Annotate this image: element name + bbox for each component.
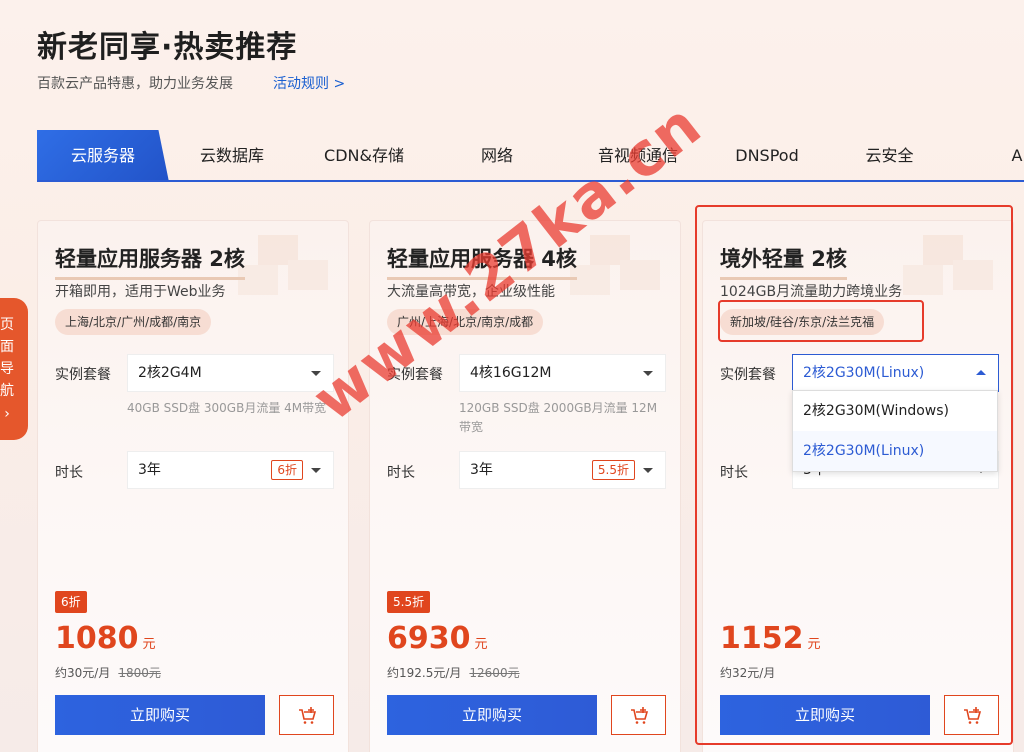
chevron-down-icon [643, 468, 653, 473]
cart-icon [299, 707, 317, 724]
instance-specs: 40GB SSD盘 300GB月流量 4M带宽 [127, 401, 327, 415]
add-to-cart-button[interactable] [279, 695, 334, 735]
tab-more[interactable]: A [1007, 130, 1024, 182]
discount-badge: 6折 [55, 591, 87, 613]
instance-label: 实例套餐 [55, 367, 111, 383]
duration-value: 3年 [138, 462, 161, 478]
card-description: 开箱即用，适用于Web业务 [55, 284, 226, 300]
instance-select[interactable]: 4核16G12M [459, 354, 666, 392]
page-subtitle: 百款云产品特惠，助力业务发展 [37, 76, 233, 92]
duration-label: 时长 [55, 465, 83, 481]
tab-cdn-storage[interactable]: CDN&存储 [309, 130, 419, 182]
chevron-down-icon [643, 371, 653, 376]
region-tag: 广州/上海/北京/南京/成都 [387, 309, 544, 335]
instance-specs: 120GB SSD盘 2000GB月流量 12M带宽 [459, 401, 658, 434]
discount-tag: 6折 [271, 460, 303, 480]
tabs-underline [37, 180, 1024, 182]
monthly-price: 约192.5元/月 12600元 [387, 664, 520, 681]
monthly-value: 约192.5元/月 [387, 666, 462, 680]
price: 6930 元 [387, 621, 488, 656]
tab-dnspod[interactable]: DNSPod [712, 130, 822, 182]
side-nav-char: 面 [0, 339, 14, 355]
card-title: 轻量应用服务器 4核 [387, 243, 577, 280]
tab-cloud-database[interactable]: 云数据库 [177, 130, 287, 182]
side-nav-char: 页 [0, 317, 14, 333]
monthly-value: 约30元/月 [55, 666, 111, 680]
duration-label: 时长 [387, 465, 415, 481]
instance-value: 2核2G4M [138, 365, 202, 381]
duration-select[interactable]: 3年 6折 [127, 451, 334, 489]
buy-now-button[interactable]: 立即购买 [55, 695, 265, 735]
price-value: 6930 [387, 621, 471, 656]
tab-cloud-server[interactable]: 云服务器 [37, 130, 169, 182]
card-description: 大流量高带宽，企业级性能 [387, 284, 555, 300]
tab-audio-video[interactable]: 音视频通信 [573, 130, 703, 182]
side-nav-char: 航 [0, 383, 14, 399]
discount-badge: 5.5折 [387, 591, 431, 613]
chevron-down-icon [311, 371, 321, 376]
price: 1080 元 [55, 621, 156, 656]
duration-value: 3年 [470, 462, 493, 478]
instance-select[interactable]: 2核2G4M [127, 354, 334, 392]
chevron-down-icon [311, 468, 321, 473]
region-tag: 上海/北京/广州/成都/南京 [55, 309, 212, 335]
duration-select[interactable]: 3年 5.5折 [459, 451, 666, 489]
activity-rules-link[interactable]: 活动规则 > [273, 73, 345, 93]
price-unit: 元 [474, 637, 488, 652]
highlight-box-card [695, 205, 1013, 745]
monthly-price: 约30元/月 1800元 [55, 664, 161, 681]
buy-now-button[interactable]: 立即购买 [387, 695, 597, 735]
price-unit: 元 [142, 637, 156, 652]
page-nav-side-tab[interactable]: 页 面 导 航 › [0, 298, 28, 440]
discount-tag: 5.5折 [591, 460, 635, 480]
instance-value: 4核16G12M [470, 365, 552, 381]
cart-icon [631, 707, 649, 724]
tab-cloud-security[interactable]: 云安全 [837, 130, 942, 182]
side-nav-char: 导 [0, 361, 14, 377]
original-price: 12600元 [469, 666, 520, 680]
highlight-box-regions [718, 300, 924, 342]
add-to-cart-button[interactable] [611, 695, 666, 735]
original-price: 1800元 [118, 666, 161, 680]
card-title: 轻量应用服务器 2核 [55, 243, 245, 280]
page-title: 新老同享·热卖推荐 [37, 30, 298, 65]
price-value: 1080 [55, 621, 139, 656]
tab-network[interactable]: 网络 [442, 130, 552, 182]
instance-label: 实例套餐 [387, 367, 443, 383]
product-card-lighthouse-2core: 轻量应用服务器 2核 开箱即用，适用于Web业务 上海/北京/广州/成都/南京 … [37, 220, 349, 752]
product-card-lighthouse-4core: 轻量应用服务器 4核 大流量高带宽，企业级性能 广州/上海/北京/南京/成都 实… [369, 220, 681, 752]
chevron-right-icon: › [4, 406, 10, 422]
category-tabs: 云服务器 云数据库 CDN&存储 网络 音视频通信 DNSPod 云安全 A [37, 130, 1024, 182]
